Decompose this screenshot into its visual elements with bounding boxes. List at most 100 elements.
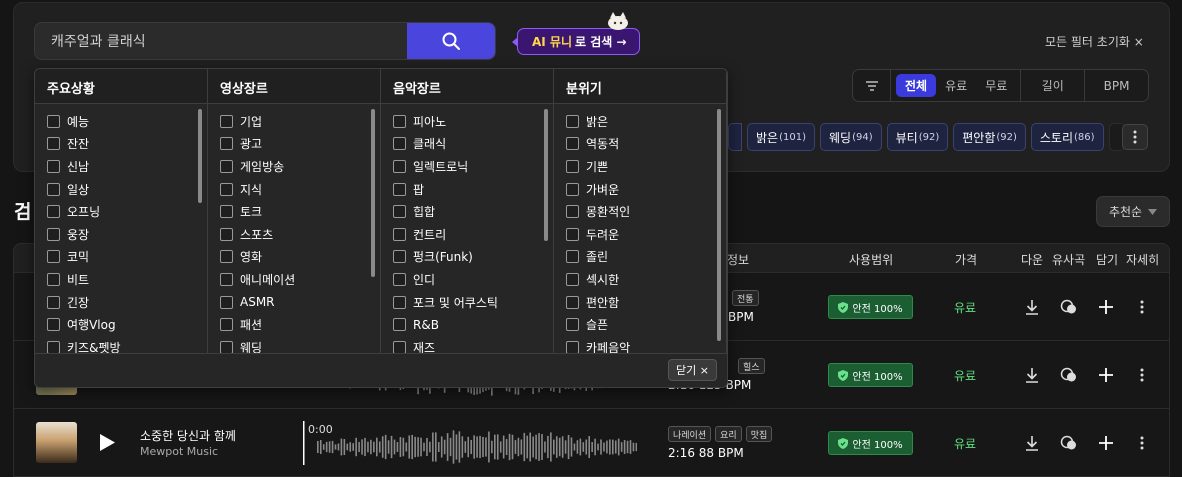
- reset-filters-link[interactable]: 모든 필터 초기화 ×: [1045, 33, 1144, 50]
- track-artist[interactable]: Mewpot Music: [140, 445, 218, 458]
- dropdown-option[interactable]: 비트: [47, 268, 121, 291]
- detail-button[interactable]: [1131, 364, 1153, 386]
- dropdown-option[interactable]: 기쁜: [566, 155, 630, 178]
- checkbox[interactable]: [220, 137, 233, 151]
- detail-button[interactable]: [1131, 432, 1153, 454]
- dropdown-option[interactable]: 컨트리: [393, 223, 498, 246]
- dropdown-option[interactable]: 클래식: [393, 133, 498, 156]
- checkbox[interactable]: [220, 295, 233, 309]
- dropdown-option[interactable]: 역동적: [566, 133, 630, 156]
- checkbox[interactable]: [47, 114, 60, 128]
- dropdown-scrollbar[interactable]: [198, 109, 202, 203]
- checkbox[interactable]: [47, 295, 60, 309]
- tag-chip[interactable]: 편안함 (92): [953, 123, 1026, 151]
- play-button[interactable]: [100, 434, 115, 455]
- checkbox[interactable]: [393, 227, 406, 241]
- checkbox[interactable]: [220, 159, 233, 173]
- dropdown-option[interactable]: 지식: [220, 178, 295, 201]
- checkbox[interactable]: [393, 250, 406, 264]
- track-tag[interactable]: 전통: [732, 290, 759, 306]
- table-row[interactable]: 소중한 당신과 함께 Mewpot Music 0:00 나레이션 요리 맛집 …: [13, 409, 1170, 477]
- similar-button[interactable]: [1058, 296, 1080, 318]
- checkbox[interactable]: [566, 250, 579, 264]
- dropdown-scrollbar[interactable]: [544, 109, 548, 241]
- dropdown-option[interactable]: 가벼운: [566, 178, 630, 201]
- add-button[interactable]: [1095, 364, 1117, 386]
- dropdown-option[interactable]: 일렉트로닉: [393, 155, 498, 178]
- filter-option-paid[interactable]: 유료: [936, 74, 976, 97]
- checkbox[interactable]: [220, 340, 233, 354]
- checkbox[interactable]: [566, 114, 579, 128]
- dropdown-option[interactable]: 패션: [220, 313, 295, 336]
- similar-button[interactable]: [1058, 432, 1080, 454]
- tag-chip[interactable]: 뷰티 (92): [886, 123, 949, 151]
- checkbox[interactable]: [393, 272, 406, 286]
- more-chips-button[interactable]: [1122, 124, 1148, 150]
- checkbox[interactable]: [393, 318, 406, 332]
- dropdown-option[interactable]: 졸린: [566, 246, 630, 269]
- download-button[interactable]: [1021, 364, 1043, 386]
- download-button[interactable]: [1021, 432, 1043, 454]
- tag-chip[interactable]: [728, 123, 742, 151]
- checkbox[interactable]: [47, 205, 60, 219]
- dropdown-option[interactable]: 몽환적인: [566, 200, 630, 223]
- checkbox[interactable]: [393, 114, 406, 128]
- dropdown-option[interactable]: 힙합: [393, 200, 498, 223]
- checkbox[interactable]: [220, 272, 233, 286]
- track-tag[interactable]: 맛집: [745, 426, 773, 442]
- checkbox[interactable]: [566, 205, 579, 219]
- dropdown-option[interactable]: 게임방송: [220, 155, 295, 178]
- checkbox[interactable]: [566, 295, 579, 309]
- similar-button[interactable]: [1058, 364, 1080, 386]
- checkbox[interactable]: [566, 227, 579, 241]
- dropdown-option[interactable]: 펑크(Funk): [393, 246, 498, 269]
- dropdown-option[interactable]: 인디: [393, 268, 498, 291]
- download-button[interactable]: [1021, 296, 1043, 318]
- dropdown-option[interactable]: ASMR: [220, 291, 295, 314]
- dropdown-option[interactable]: 밝은: [566, 110, 630, 133]
- dropdown-option[interactable]: 기업: [220, 110, 295, 133]
- dropdown-option[interactable]: 팝: [393, 178, 498, 201]
- checkbox[interactable]: [393, 205, 406, 219]
- filter-toggle-button[interactable]: [853, 70, 891, 101]
- dropdown-option[interactable]: R&B: [393, 313, 498, 336]
- checkbox[interactable]: [47, 159, 60, 173]
- tag-chip[interactable]: 밝은 (101): [747, 123, 815, 151]
- dropdown-option[interactable]: 두려운: [566, 223, 630, 246]
- checkbox[interactable]: [220, 205, 233, 219]
- track-tag[interactable]: 요리: [715, 426, 742, 442]
- checkbox[interactable]: [47, 250, 60, 264]
- checkbox[interactable]: [393, 295, 406, 309]
- dropdown-option[interactable]: 긴장: [47, 291, 121, 314]
- checkbox[interactable]: [393, 159, 406, 173]
- search-input[interactable]: [35, 23, 409, 59]
- checkbox[interactable]: [566, 182, 579, 196]
- add-button[interactable]: [1095, 432, 1117, 454]
- dropdown-option[interactable]: 토크: [220, 200, 295, 223]
- dropdown-option[interactable]: 영화: [220, 246, 295, 269]
- add-button[interactable]: [1095, 296, 1117, 318]
- checkbox[interactable]: [566, 340, 579, 354]
- track-tag[interactable]: 나레이션: [668, 426, 712, 442]
- dropdown-option[interactable]: 웅장: [47, 223, 121, 246]
- dropdown-option[interactable]: 광고: [220, 133, 295, 156]
- tag-chip[interactable]: 웨딩 (94): [819, 123, 882, 151]
- checkbox[interactable]: [47, 182, 60, 196]
- track-tag[interactable]: 힐스: [738, 358, 765, 374]
- track-title[interactable]: 소중한 당신과 함께: [140, 427, 236, 444]
- checkbox[interactable]: [393, 340, 406, 354]
- checkbox[interactable]: [47, 272, 60, 286]
- checkbox[interactable]: [393, 137, 406, 151]
- dropdown-option[interactable]: 스포츠: [220, 223, 295, 246]
- checkbox[interactable]: [566, 318, 579, 332]
- search-button[interactable]: [407, 23, 495, 59]
- checkbox[interactable]: [47, 340, 60, 354]
- detail-button[interactable]: [1131, 296, 1153, 318]
- dropdown-option[interactable]: 편안함: [566, 291, 630, 314]
- waveform[interactable]: [303, 421, 637, 465]
- dropdown-option[interactable]: 일상: [47, 178, 121, 201]
- dropdown-option[interactable]: 애니메이션: [220, 268, 295, 291]
- checkbox[interactable]: [566, 137, 579, 151]
- ai-search-button[interactable]: AI 뮤니 로 검색 →: [512, 28, 640, 55]
- dropdown-option[interactable]: 오프닝: [47, 200, 121, 223]
